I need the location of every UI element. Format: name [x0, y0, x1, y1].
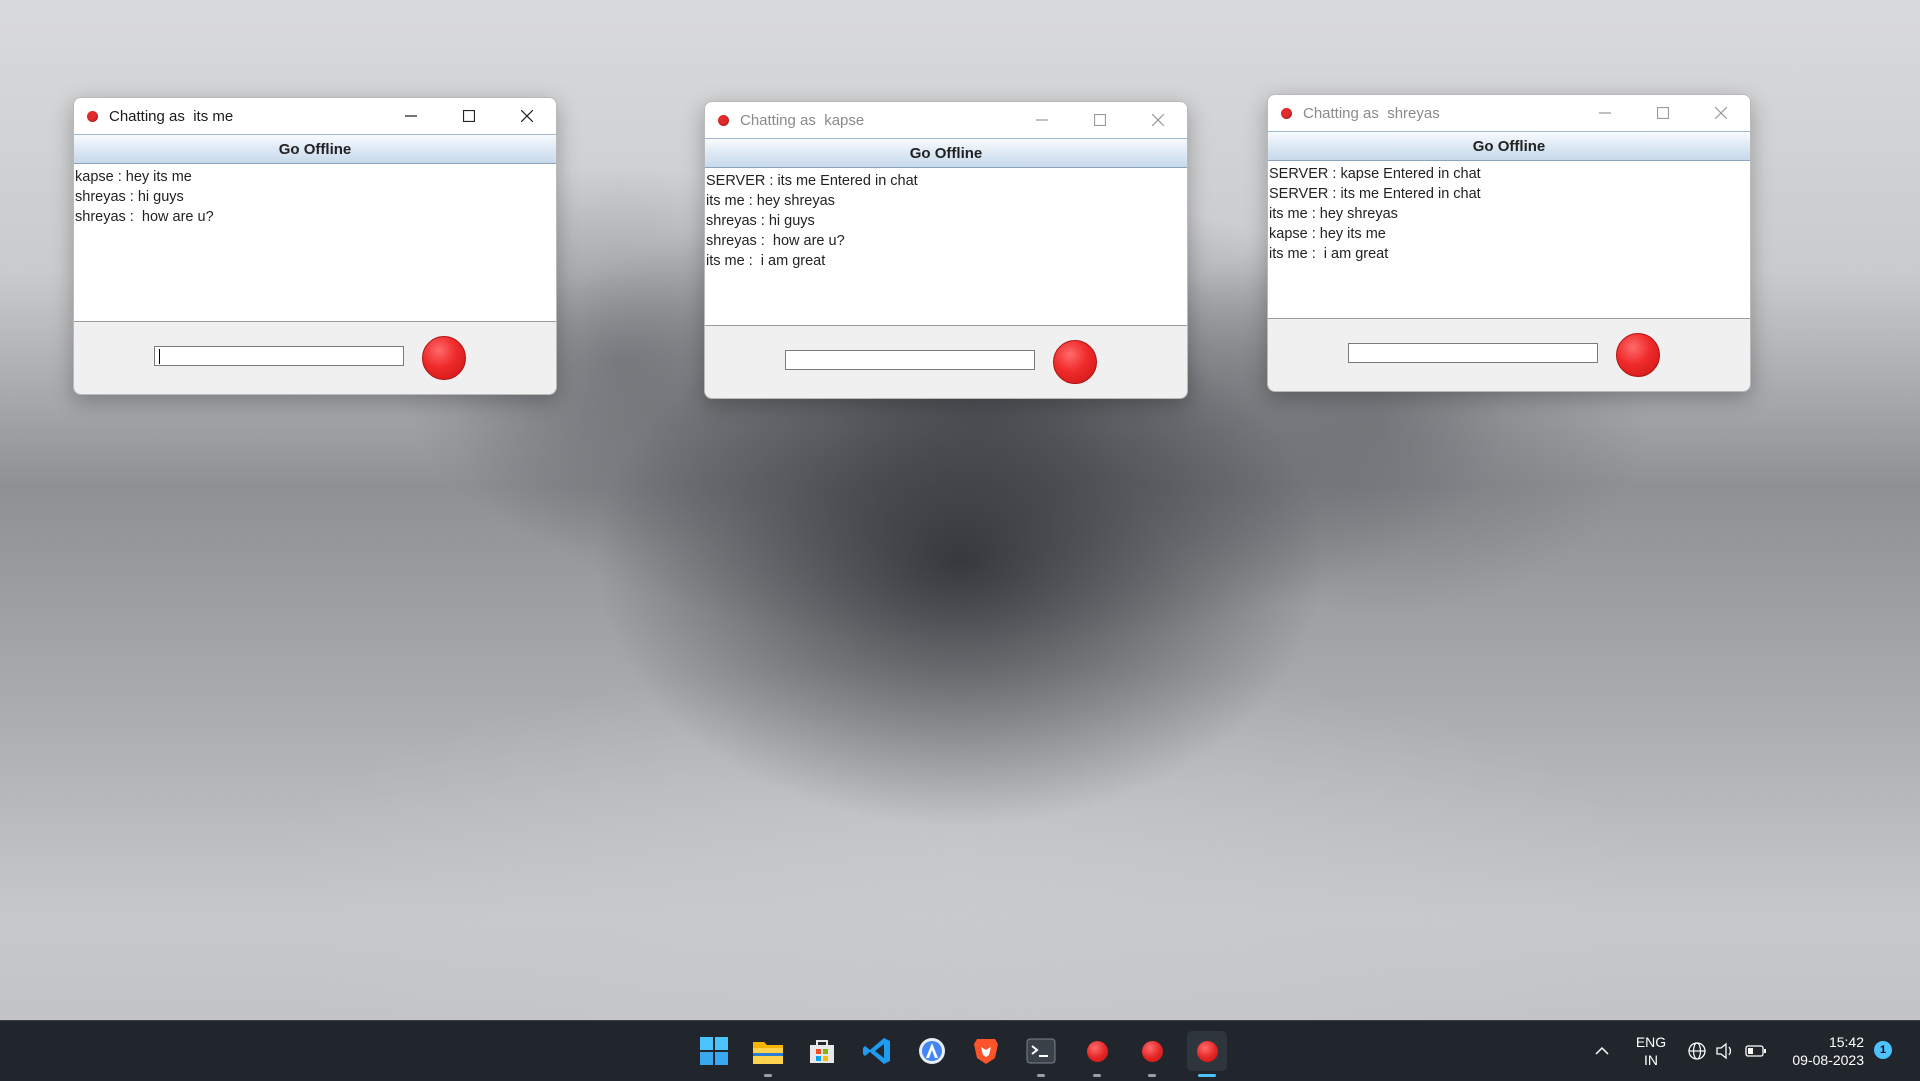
window-title: Chatting as its me [109, 107, 234, 125]
taskbar: ENG IN 15:42 09-08-2023 1 [0, 1020, 1920, 1081]
chat-window-its-me[interactable]: Chatting as its me Go Offline kapse : he… [73, 97, 557, 395]
app-icon [87, 110, 98, 122]
running-indicator [1037, 1074, 1045, 1077]
input-row [74, 322, 556, 394]
window-title: Chatting as kapse [740, 111, 865, 129]
running-indicator [1198, 1074, 1216, 1077]
file-explorer-icon [753, 1042, 783, 1064]
title-bar[interactable]: Chatting as its me [74, 98, 556, 134]
java-app-button[interactable] [1077, 1031, 1117, 1077]
java-app-button-active[interactable] [1187, 1031, 1227, 1077]
microsoft-store-icon [810, 1040, 834, 1063]
start-button[interactable] [694, 1031, 734, 1071]
close-button[interactable] [1129, 102, 1187, 138]
region-label: IN [1644, 1052, 1658, 1068]
close-button[interactable] [1692, 95, 1750, 131]
go-offline-button[interactable]: Go Offline [74, 134, 556, 164]
chat-message: its me : hey shreyas [1269, 206, 1398, 222]
java-app-icon [1141, 1040, 1163, 1062]
chat-message: shreyas : how are u? [706, 233, 845, 249]
language-indicator[interactable]: ENG IN [1630, 1033, 1672, 1069]
chat-message: its me : hey shreyas [706, 193, 835, 209]
volume-button[interactable] [1714, 1041, 1736, 1061]
maximize-button[interactable] [1071, 102, 1129, 138]
chat-history: kapse : hey its me shreyas : hi guys shr… [74, 164, 556, 322]
notification-badge[interactable]: 1 [1874, 1041, 1892, 1059]
chat-message: its me : i am great [706, 253, 826, 269]
chat-message: SERVER : kapse Entered in chat [1269, 166, 1481, 182]
chat-message: SERVER : its me Entered in chat [706, 173, 918, 189]
terminal-icon [1026, 1038, 1056, 1064]
message-input[interactable] [1348, 343, 1598, 363]
java-app-icon [1086, 1040, 1108, 1062]
message-input[interactable] [785, 350, 1035, 370]
store-button[interactable] [802, 1031, 842, 1071]
chat-history: SERVER : its me Entered in chat its me :… [705, 168, 1187, 326]
file-explorer-button[interactable] [748, 1031, 788, 1077]
chat-window-kapse[interactable]: Chatting as kapse Go Offline SERVER : it… [704, 101, 1188, 399]
language-label: ENG [1635, 1034, 1667, 1050]
clock-time: 15:42 [1828, 1034, 1864, 1050]
chat-message: kapse : hey its me [1269, 226, 1386, 242]
chat-history: SERVER : kapse Entered in chat SERVER : … [1268, 161, 1750, 319]
chat-message: its me : i am great [1269, 246, 1389, 262]
terminal-button[interactable] [1021, 1031, 1061, 1077]
chevron-up-icon [1595, 1046, 1609, 1055]
brave-browser-icon [974, 1039, 998, 1064]
java-app-button[interactable] [1132, 1031, 1172, 1077]
go-offline-button[interactable]: Go Offline [705, 138, 1187, 168]
windows-start-icon [700, 1037, 728, 1065]
brave-browser-button[interactable] [966, 1031, 1006, 1071]
minimize-button[interactable] [1013, 102, 1071, 138]
chat-message: shreyas : hi guys [75, 189, 184, 205]
app-icon [1281, 107, 1292, 119]
send-button[interactable] [1053, 340, 1097, 384]
clock-date: 09-08-2023 [1792, 1052, 1864, 1068]
android-studio-button[interactable] [912, 1031, 952, 1071]
speaker-icon [1716, 1042, 1732, 1060]
android-studio-icon [919, 1038, 945, 1064]
chat-window-shreyas[interactable]: Chatting as shreyas Go Offline SERVER : … [1267, 94, 1751, 392]
chat-message: SERVER : its me Entered in chat [1269, 186, 1481, 202]
send-button[interactable] [422, 336, 466, 380]
input-row [705, 326, 1187, 398]
vscode-button[interactable] [857, 1031, 897, 1071]
battery-button[interactable] [1745, 1041, 1767, 1061]
app-icon [718, 114, 729, 126]
running-indicator [764, 1074, 772, 1077]
minimize-button[interactable] [1576, 95, 1634, 131]
title-bar[interactable]: Chatting as shreyas [1268, 95, 1750, 131]
clock[interactable]: 15:42 09-08-2023 [1780, 1033, 1864, 1069]
input-row [1268, 319, 1750, 391]
chat-message: shreyas : how are u? [75, 209, 214, 225]
network-button[interactable] [1686, 1041, 1708, 1061]
close-button[interactable] [498, 98, 556, 134]
desktop: Chatting as its me Go Offline kapse : he… [0, 0, 1920, 1020]
show-hidden-icons-button[interactable] [1591, 1041, 1613, 1061]
message-input[interactable] [154, 346, 404, 366]
chat-message: shreyas : hi guys [706, 213, 815, 229]
minimize-button[interactable] [382, 98, 440, 134]
globe-icon [1688, 1042, 1706, 1060]
maximize-button[interactable] [440, 98, 498, 134]
vscode-icon [863, 1038, 890, 1064]
window-title: Chatting as shreyas [1303, 104, 1440, 122]
java-app-icon [1196, 1040, 1218, 1062]
running-indicator [1148, 1074, 1156, 1077]
go-offline-button[interactable]: Go Offline [1268, 131, 1750, 161]
battery-icon [1745, 1045, 1766, 1057]
title-bar[interactable]: Chatting as kapse [705, 102, 1187, 138]
send-button[interactable] [1616, 333, 1660, 377]
chat-message: kapse : hey its me [75, 169, 192, 185]
maximize-button[interactable] [1634, 95, 1692, 131]
text-caret [159, 349, 160, 364]
running-indicator [1093, 1074, 1101, 1077]
